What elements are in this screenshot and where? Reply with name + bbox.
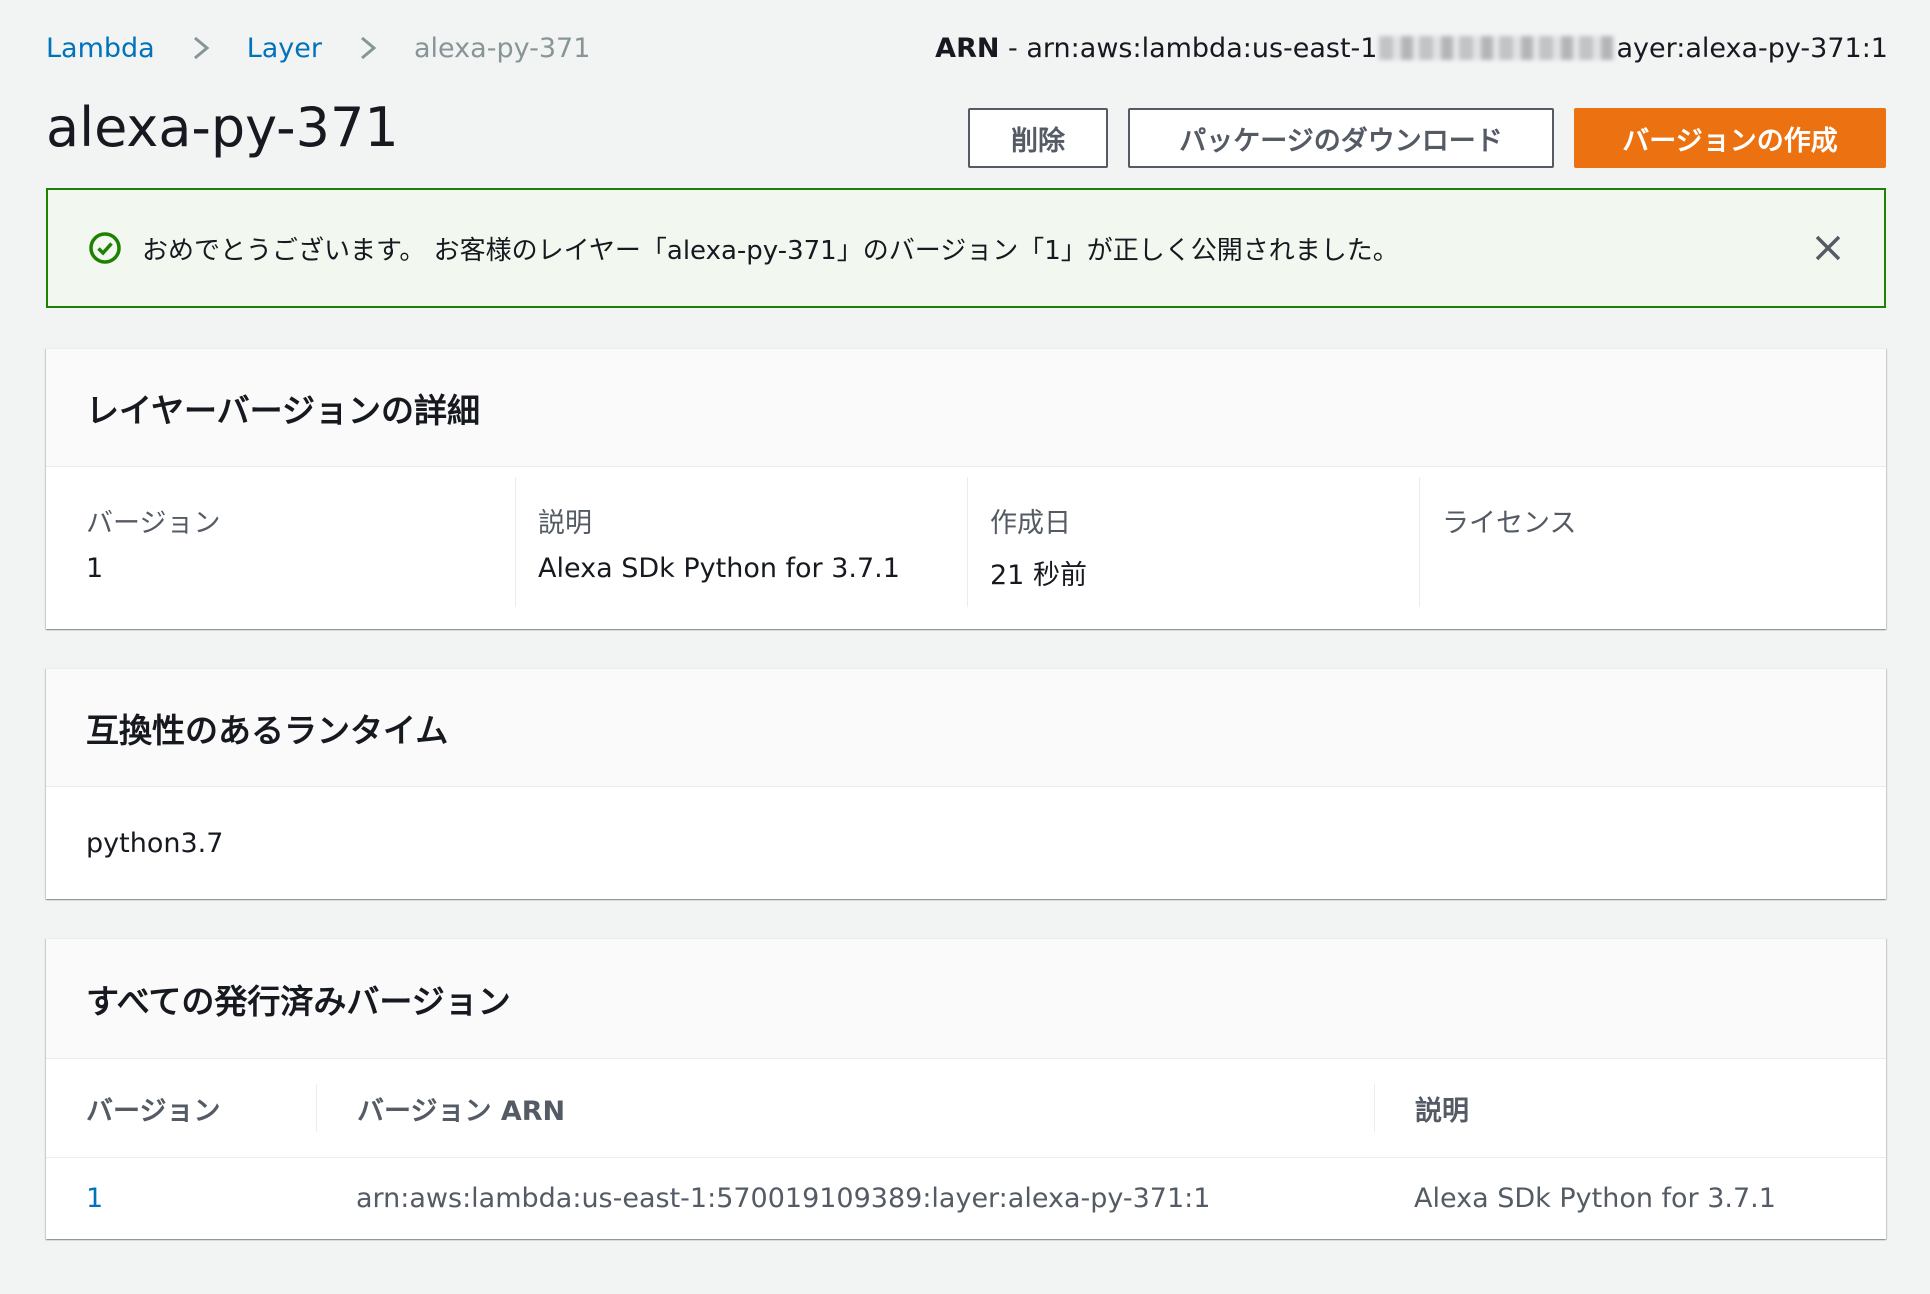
field-version: バージョン 1 — [46, 477, 516, 607]
field-created: 作成日 21 秒前 — [968, 477, 1420, 607]
arn-prefix: arn:aws:lambda:us-east-1 — [1026, 32, 1378, 64]
field-label: 説明 — [538, 508, 592, 539]
version-link[interactable]: 1 — [86, 1183, 103, 1214]
field-label: ライセンス — [1442, 508, 1577, 539]
version-description: Alexa SDk Python for 3.7.1 — [1414, 1182, 1776, 1214]
delete-button[interactable]: 削除 — [968, 108, 1108, 168]
panel-title: 互換性のあるランタイム — [86, 710, 449, 750]
breadcrumb-current: alexa-py-371 — [414, 32, 591, 64]
column-header-label: バージョン ARN — [357, 1095, 566, 1127]
published-versions-panel: すべての発行済みバージョン バージョン バージョン ARN 説明 1 arn:a… — [46, 938, 1886, 1239]
column-header-label: バージョン — [86, 1095, 221, 1127]
panel-header: レイヤーバージョンの詳細 — [46, 349, 1886, 467]
panel-header: すべての発行済みバージョン — [46, 939, 1886, 1059]
details-row: バージョン 1 説明 Alexa SDk Python for 3.7.1 作成… — [46, 467, 1886, 627]
table-row: 1 arn:aws:lambda:us-east-1:570019109389:… — [46, 1157, 1886, 1238]
check-circle-icon — [89, 232, 121, 264]
breadcrumb: Lambda Layer alexa-py-371 — [46, 30, 590, 66]
chevron-right-icon — [348, 30, 388, 66]
panel-title: レイヤーバージョンの詳細 — [86, 390, 481, 430]
field-label: 作成日 — [990, 508, 1071, 539]
page-title: alexa-py-371 — [46, 96, 399, 159]
close-icon[interactable] — [1810, 230, 1846, 266]
column-header-arn[interactable]: バージョン ARN — [316, 1059, 1374, 1158]
compatible-runtimes-panel: 互換性のあるランタイム python3.7 — [46, 668, 1886, 899]
arn-suffix: ayer:alexa-py-371:1 — [1616, 32, 1888, 64]
chevron-right-icon — [181, 30, 221, 66]
layer-version-details-panel: レイヤーバージョンの詳細 バージョン 1 説明 Alexa SDk Python… — [46, 348, 1886, 629]
arn-separator: - — [999, 32, 1027, 64]
panel-header: 互換性のあるランタイム — [46, 669, 1886, 787]
field-value: Alexa SDk Python for 3.7.1 — [538, 553, 900, 584]
arn-header: ARN - arn:aws:lambda:us-east-1 ayer:alex… — [935, 30, 1888, 66]
flash-message: おめでとうございます。 お客様のレイヤー「alexa-py-371」のバージョン… — [142, 235, 1399, 266]
field-value: 1 — [86, 553, 104, 584]
breadcrumb-layer[interactable]: Layer — [247, 33, 322, 64]
column-header-label: 説明 — [1415, 1095, 1469, 1127]
field-label: バージョン — [86, 508, 221, 539]
field-description: 説明 Alexa SDk Python for 3.7.1 — [516, 477, 968, 607]
field-license: ライセンス — [1420, 477, 1886, 607]
arn-label: ARN — [935, 32, 1000, 64]
success-flash: おめでとうございます。 お客様のレイヤー「alexa-py-371」のバージョン… — [46, 188, 1886, 308]
version-arn: arn:aws:lambda:us-east-1:570019109389:la… — [356, 1182, 1211, 1214]
panel-title: すべての発行済みバージョン — [86, 981, 511, 1021]
versions-table: バージョン バージョン ARN 説明 1 arn:aws:lambda:us-e… — [46, 1059, 1886, 1238]
runtime-item: python3.7 — [86, 827, 224, 859]
breadcrumb-lambda[interactable]: Lambda — [46, 33, 155, 64]
field-value: 21 秒前 — [990, 560, 1087, 591]
table-header-row: バージョン バージョン ARN 説明 — [46, 1059, 1886, 1158]
column-header-description[interactable]: 説明 — [1374, 1059, 1886, 1158]
column-header-version[interactable]: バージョン — [46, 1059, 316, 1158]
redacted-blur — [1379, 36, 1615, 60]
download-package-button[interactable]: パッケージのダウンロード — [1128, 108, 1554, 168]
create-version-button[interactable]: バージョンの作成 — [1574, 108, 1886, 168]
